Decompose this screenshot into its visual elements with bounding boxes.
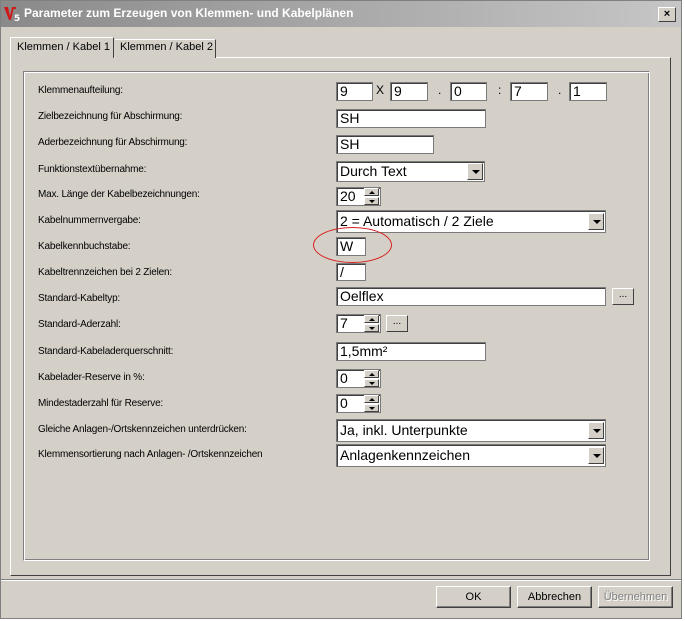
reserve-spinner[interactable] — [364, 370, 379, 387]
funktionstext-dropdown-button[interactable] — [467, 163, 483, 180]
klemmenaufteilung-field-1[interactable]: 9 — [336, 82, 373, 101]
spin-down-icon[interactable] — [364, 404, 379, 412]
separator-dot-1: . — [438, 83, 442, 97]
label-klemmenaufteilung: Klemmenaufteilung: — [38, 85, 123, 96]
label-standard-aderzahl: Standard-Aderzahl: — [38, 319, 121, 330]
spin-down-icon[interactable] — [364, 197, 379, 205]
aderzahl-browse-button[interactable]: ... — [386, 315, 408, 332]
label-klemmensortierung: Klemmensortierung nach Anlagen- /Ortsken… — [38, 449, 263, 460]
app-logo-icon: 5 — [3, 5, 21, 23]
separator-dot-2: . — [558, 83, 562, 97]
klemmensortierung-dropdown-button[interactable] — [588, 447, 604, 464]
spin-down-icon[interactable] — [364, 324, 379, 332]
svg-text:5: 5 — [14, 14, 20, 23]
standard-querschnitt-input[interactable]: 1,5mm² — [336, 342, 486, 361]
label-max-laenge: Max. Länge der Kabelbezeichnungen: — [38, 189, 200, 200]
kabelkennbuchstabe-input[interactable]: W — [336, 237, 366, 256]
tab-klemmen-kabel-2[interactable]: Klemmen / Kabel 2 — [115, 39, 216, 58]
gleiche-kennzeichen-select[interactable]: Ja, inkl. Unterpunkte — [336, 419, 606, 442]
label-aderbezeichnung: Aderbezeichnung für Abschirmung: — [38, 137, 188, 148]
klemmenaufteilung-field-4[interactable]: 7 — [510, 82, 548, 101]
funktionstext-select[interactable]: Durch Text — [336, 161, 485, 182]
label-mindestaderzahl: Mindestaderzahl für Reserve: — [38, 398, 164, 409]
max-laenge-spinner[interactable] — [364, 188, 379, 205]
zielbezeichnung-input[interactable]: SH — [336, 109, 486, 128]
spin-up-icon[interactable] — [364, 370, 379, 378]
window-title: Parameter zum Erzeugen von Klemmen- und … — [24, 6, 354, 20]
klemmenaufteilung-field-5[interactable]: 1 — [569, 82, 607, 101]
label-kabelkennbuchstabe: Kabelkennbuchstabe: — [38, 241, 131, 252]
mindestaderzahl-spinner[interactable] — [364, 395, 379, 412]
close-button[interactable]: × — [658, 7, 676, 22]
title-bar[interactable]: 5 Parameter zum Erzeugen von Klemmen- un… — [1, 1, 681, 27]
spin-up-icon[interactable] — [364, 188, 379, 196]
dialog-window: 5 Parameter zum Erzeugen von Klemmen- un… — [0, 0, 682, 619]
label-standard-kabeltyp: Standard-Kabeltyp: — [38, 293, 121, 304]
label-funktionstext: Funktionstextübernahme: — [38, 164, 147, 175]
tab-klemmen-kabel-1[interactable]: Klemmen / Kabel 1 — [10, 37, 114, 58]
separator-x: X — [376, 83, 385, 97]
aderzahl-spinner[interactable] — [364, 315, 379, 332]
standard-kabeltyp-input[interactable]: Oelflex — [336, 287, 606, 306]
label-reserve-prozent: Kabelader-Reserve in %: — [38, 372, 145, 383]
label-standard-querschnitt: Standard-Kabeladerquerschnitt: — [38, 346, 174, 357]
label-gleiche-kennzeichen: Gleiche Anlagen-/Ortskennzeichen unterdr… — [38, 424, 247, 435]
klemmenaufteilung-field-3[interactable]: 0 — [450, 82, 487, 101]
label-kabelnummernvergabe: Kabelnummernvergabe: — [38, 215, 141, 226]
kabeltyp-browse-button[interactable]: ... — [612, 288, 634, 305]
gleiche-kennzeichen-dropdown-button[interactable] — [588, 422, 604, 439]
spin-up-icon[interactable] — [364, 395, 379, 403]
label-zielbezeichnung: Zielbezeichnung für Abschirmung: — [38, 111, 183, 122]
button-separator — [1, 579, 681, 581]
kabeltrennzeichen-input[interactable]: / — [336, 263, 366, 281]
kabelnummernvergabe-select[interactable]: 2 = Automatisch / 2 Ziele — [336, 210, 606, 233]
aderbezeichnung-input[interactable]: SH — [336, 135, 434, 154]
spin-down-icon[interactable] — [364, 379, 379, 387]
separator-colon: : — [498, 83, 502, 97]
label-kabeltrennzeichen: Kabeltrennzeichen bei 2 Zielen: — [38, 267, 172, 278]
apply-button[interactable]: Übernehmen — [598, 586, 673, 608]
cancel-button[interactable]: Abbrechen — [517, 586, 592, 608]
spin-up-icon[interactable] — [364, 315, 379, 323]
klemmensortierung-select[interactable]: Anlagenkennzeichen — [336, 444, 606, 467]
kabelnummernvergabe-dropdown-button[interactable] — [588, 213, 604, 230]
klemmenaufteilung-field-2[interactable]: 9 — [390, 82, 428, 101]
ok-button[interactable]: OK — [436, 586, 511, 608]
